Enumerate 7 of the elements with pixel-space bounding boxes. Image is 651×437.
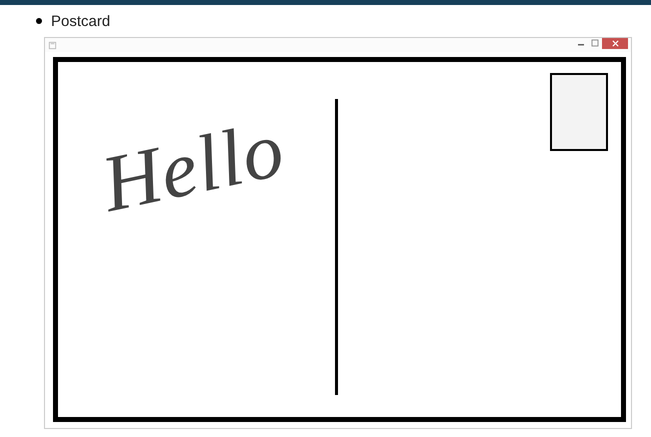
handwriting-text: Hello [94, 104, 292, 231]
maximize-icon [591, 39, 599, 47]
close-button[interactable] [602, 38, 628, 49]
app-icon [48, 40, 57, 50]
bullet-text: Postcard [51, 12, 110, 30]
close-icon [612, 40, 618, 47]
bullet-icon [36, 18, 42, 24]
